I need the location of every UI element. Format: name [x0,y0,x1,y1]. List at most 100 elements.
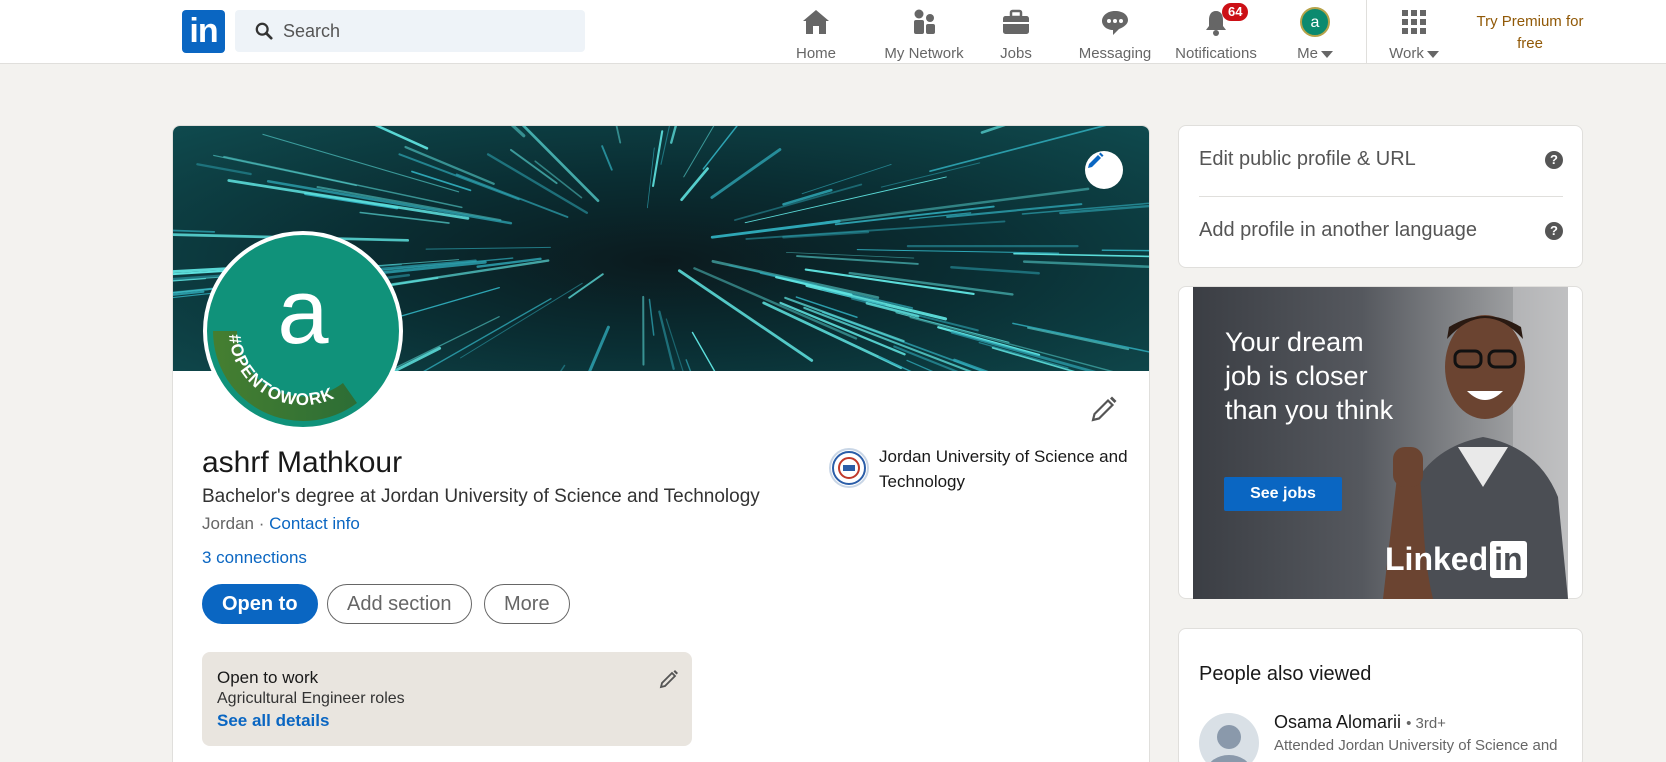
light-streak [316,186,502,222]
people-also-viewed-card: People also viewed Osama Alomarii • 3rd+… [1178,628,1583,762]
connections-link[interactable]: 3 connections [202,548,307,568]
light-streak [196,163,252,176]
see-all-details-link[interactable]: See all details [217,711,329,731]
light-streak [895,312,1010,343]
light-streak [1022,260,1149,269]
nav-jobs-label: Jobs [1000,45,1032,62]
light-streak [262,133,460,193]
top-nav: in Home My Network Jobs Messaging 64 Not… [0,0,1666,64]
nav-home[interactable]: Home [784,6,848,62]
light-streak [510,126,526,138]
light-streak [1027,326,1130,351]
light-streak [460,282,583,359]
opentowork-text: #OPENTOWORK [225,333,336,409]
light-streak [665,318,684,371]
try-premium-link[interactable]: Try Premium for free [1470,11,1590,55]
profile-card: a #OPENTOWORK ashrf Mathkour Bachelor's … [172,125,1150,762]
light-streak [601,145,613,171]
light-streak [1101,249,1149,252]
chevron-down-icon [1426,50,1439,58]
nav-my-network-label: My Network [884,45,964,62]
connection-degree: • 3rd+ [1406,715,1446,732]
pencil-icon [1088,152,1104,168]
person-name: Osama Alomarii [1274,712,1402,732]
nav-me-label: Me [1297,45,1318,62]
brand-in: in [1490,541,1527,578]
linkedin-logo: Linked in [1385,541,1527,578]
search-input[interactable] [283,10,573,52]
search-icon [255,22,273,40]
light-streak [423,297,552,371]
open-to-work-title: Open to work [217,668,319,687]
contact-info-link[interactable]: Contact info [269,514,360,533]
light-streak [824,187,1090,224]
nav-notifications-label: Notifications [1175,45,1257,62]
location-separator: · [253,514,270,533]
nav-work-label: Work [1389,45,1424,62]
edit-intro-button[interactable] [1089,394,1119,424]
edit-public-profile-link[interactable]: Edit public profile & URL ? [1199,148,1563,171]
ad-image[interactable]: Your dream job is closer than you think … [1193,287,1568,599]
light-streak [691,331,716,371]
profile-headline: Bachelor's degree at Jordan University o… [202,486,760,507]
light-streak [648,298,655,336]
nav-work[interactable]: Work [1384,6,1444,62]
grid-icon [1402,10,1426,34]
light-streak [404,145,495,185]
more-button[interactable]: More [484,584,570,624]
nav-home-label: Home [795,45,836,62]
light-streak [646,147,655,209]
nav-notifications[interactable]: 64 Notifications [1172,3,1260,62]
add-language-label: Add profile in another language [1199,219,1477,241]
see-jobs-button[interactable]: See jobs [1224,477,1342,511]
divider [1199,196,1563,197]
chat-icon [1102,11,1128,35]
light-streak [652,130,664,188]
notifications-badge: 64 [1222,3,1249,21]
opentowork-frame: #OPENTOWORK [213,331,357,421]
nav-messaging[interactable]: Messaging [1078,6,1152,62]
nav-jobs[interactable]: Jobs [990,6,1042,62]
university-logo [829,448,869,488]
home-icon [803,10,829,34]
light-streak [534,160,583,199]
edit-banner-button[interactable] [1085,151,1123,189]
briefcase-icon [1003,9,1029,34]
ad-headline: Your dream job is closer than you think [1225,327,1394,425]
add-language-profile-link[interactable]: Add profile in another language ? [1199,219,1563,242]
light-streak [734,183,863,221]
help-icon[interactable]: ? [1545,151,1563,169]
light-streak [509,148,558,185]
chevron-down-icon [1320,50,1333,58]
network-icon [914,9,935,34]
svg-text:#OPENTOWORK: #OPENTOWORK [225,333,337,409]
pencil-icon[interactable] [658,668,680,690]
profile-settings-card: Edit public profile & URL ? Add profile … [1178,125,1583,268]
open-to-button[interactable]: Open to [202,584,318,624]
open-to-work-card[interactable]: Open to work Agricultural Engineer roles… [202,652,692,746]
light-streak [568,273,604,299]
avatar[interactable] [1199,713,1259,762]
school-name: Jordan University of Science and Technol… [879,447,1128,491]
light-streak [848,271,1014,296]
help-icon[interactable]: ? [1545,222,1563,240]
pencil-icon [1091,396,1117,422]
nav-me[interactable]: a Me [1290,6,1340,62]
nav-my-network[interactable]: My Network [868,6,980,62]
linkedin-logo[interactable]: in [182,10,225,53]
edit-public-profile-label: Edit public profile & URL [1199,148,1416,170]
light-streak [710,148,782,199]
advertisement-card[interactable]: Your dream job is closer than you think … [1178,286,1583,599]
light-streak [266,180,513,225]
light-streak [615,126,622,144]
light-streak [880,162,981,188]
add-section-button[interactable]: Add section [327,584,472,624]
open-to-work-roles: Agricultural Engineer roles [217,690,405,707]
person-name-row[interactable]: Osama Alomarii • 3rd+ [1274,712,1446,733]
me-avatar: a [1300,7,1330,37]
light-streak [693,267,858,340]
light-streak [425,246,551,250]
profile-photo[interactable]: a #OPENTOWORK [203,231,403,431]
profile-name: ashrf Mathkour [202,446,403,479]
search-bar[interactable] [235,10,585,52]
